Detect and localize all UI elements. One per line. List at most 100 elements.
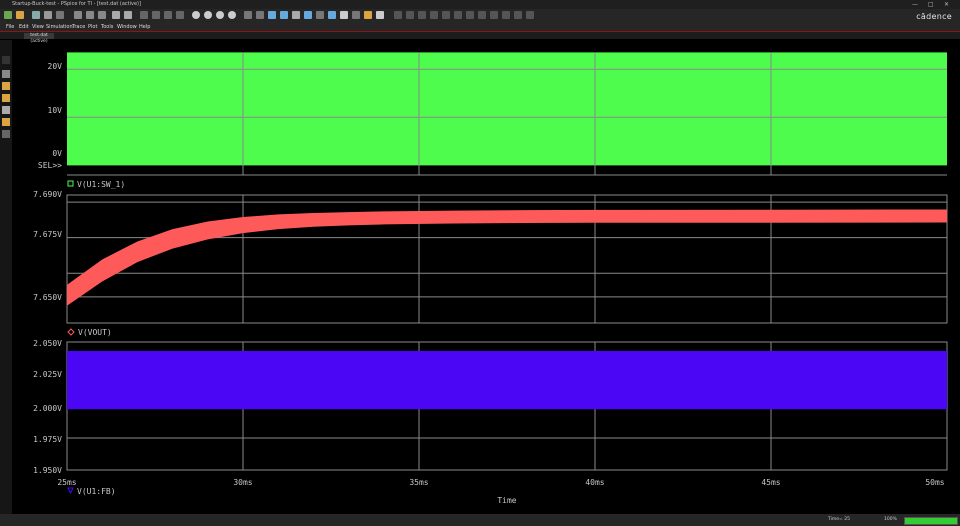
- maximize-icon[interactable]: □: [928, 0, 934, 9]
- print-icon[interactable]: [44, 11, 52, 19]
- menu-bar: File Edit View Simulation Trace Plot Too…: [0, 23, 960, 32]
- x-tick-45ms: 45ms: [761, 478, 780, 487]
- plot3-tick-2050: 2.050V: [33, 339, 62, 348]
- menu-help[interactable]: Help: [139, 23, 150, 31]
- probe-plot-area[interactable]: 20V 10V 0V SEL>> V(U1:SW_1) 7.690V 7.675…: [0, 40, 960, 514]
- undo-icon[interactable]: [112, 11, 120, 19]
- axis-settings-icon[interactable]: [268, 11, 276, 19]
- add-trace-icon[interactable]: [304, 11, 312, 19]
- plot1-trace-label[interactable]: V(U1:SW_1): [77, 180, 125, 189]
- tab-bar: test.dat (active): [0, 32, 960, 44]
- menu-plot[interactable]: Plot: [88, 23, 97, 31]
- plot1-y-ticks: 20V 10V 0V: [48, 62, 63, 158]
- x-tick-40ms: 40ms: [585, 478, 604, 487]
- cursor-min-icon[interactable]: [430, 11, 438, 19]
- plot1-tick-20v: 20V: [48, 62, 63, 71]
- copy-icon[interactable]: [86, 11, 94, 19]
- plot3-tick-1950: 1.950V: [33, 466, 62, 475]
- plot1-legend-symbol: [67, 180, 74, 187]
- pause-icon[interactable]: [152, 11, 160, 19]
- plot3-legend: V(U1:FB): [67, 487, 116, 496]
- plot2-tick-7690: 7.690V: [33, 190, 62, 199]
- paste-icon[interactable]: [98, 11, 106, 19]
- plot3-tick-1975: 1.975V: [33, 435, 62, 444]
- print-preview-icon[interactable]: [56, 11, 64, 19]
- performance-analysis-icon[interactable]: [292, 11, 300, 19]
- x-tick-25ms: 25ms: [57, 478, 76, 487]
- fft-icon[interactable]: [280, 11, 288, 19]
- plot3-tick-2000: 2.000V: [33, 404, 62, 413]
- x-tick-30ms: 30ms: [233, 478, 252, 487]
- fourier-icon[interactable]: [256, 11, 264, 19]
- plot3-tick-2025: 2.025V: [33, 370, 62, 379]
- plot3-y-ticks: 2.050V 2.025V 2.000V 1.975V 1.950V: [33, 339, 62, 475]
- eval-measurement-icon[interactable]: [316, 11, 324, 19]
- plot2-legend: V(VOUT): [67, 328, 112, 337]
- trace-icon[interactable]: [328, 11, 336, 19]
- menu-file[interactable]: File: [6, 23, 14, 31]
- simulation-progress-bar: [904, 517, 958, 525]
- cursor-max-icon[interactable]: [442, 11, 450, 19]
- cut-icon[interactable]: [74, 11, 82, 19]
- menu-tools[interactable]: Tools: [101, 23, 113, 31]
- cursor-next-icon[interactable]: [478, 11, 486, 19]
- title-bar: Startup-Buck-test - PSpice for TI - [tes…: [0, 0, 960, 9]
- status-time: Time= 25: [828, 517, 850, 522]
- x-tick-50ms: 50ms: [925, 478, 944, 487]
- plot1-legend: V(U1:SW_1): [67, 180, 125, 189]
- x-tick-35ms: 35ms: [409, 478, 428, 487]
- x-axis-ticks: 25ms 30ms 35ms 40ms 45ms 50ms: [57, 478, 944, 487]
- plot3-trace-label[interactable]: V(U1:FB): [77, 487, 116, 496]
- stop-icon[interactable]: [164, 11, 172, 19]
- cursor-icon[interactable]: [376, 11, 384, 19]
- toolbar: [0, 9, 960, 23]
- window-title: Startup-Buck-test - PSpice for TI - [tes…: [12, 1, 141, 7]
- zoom-area-icon[interactable]: [216, 11, 224, 19]
- save-icon[interactable]: [32, 11, 40, 19]
- menu-simulation[interactable]: Simulation: [46, 23, 73, 31]
- tab-test-dat[interactable]: test.dat (active): [24, 33, 54, 44]
- menu-window[interactable]: Window: [117, 23, 137, 31]
- menu-trace[interactable]: Trace: [72, 23, 85, 31]
- plot2-tick-7675: 7.675V: [33, 230, 62, 239]
- plot2-tick-7650: 7.650V: [33, 293, 62, 302]
- menu-view[interactable]: View: [32, 23, 44, 31]
- sim-settings-icon[interactable]: [176, 11, 184, 19]
- new-icon[interactable]: [4, 11, 12, 19]
- cursor-peak-icon[interactable]: [394, 11, 402, 19]
- close-icon[interactable]: ✕: [944, 0, 949, 9]
- zoom-out-icon[interactable]: [204, 11, 212, 19]
- run-icon[interactable]: [140, 11, 148, 19]
- plot2-y-ticks: 7.690V 7.675V 7.650V: [33, 190, 62, 302]
- text-icon[interactable]: [352, 11, 360, 19]
- marker-icon[interactable]: [364, 11, 372, 19]
- plot3-legend-symbol: [67, 487, 74, 495]
- plot1-tick-10v: 10V: [48, 106, 63, 115]
- x-axis-label: Time: [497, 496, 516, 505]
- menu-edit[interactable]: Edit: [19, 23, 29, 31]
- zoom-in-icon[interactable]: [192, 11, 200, 19]
- plot3-band-group: [67, 350, 947, 410]
- sel-marker[interactable]: SEL>>: [38, 161, 62, 170]
- redo-icon[interactable]: [124, 11, 132, 19]
- trace-band[interactable]: [67, 350, 947, 410]
- plot2-trace-label[interactable]: V(VOUT): [78, 328, 112, 337]
- brand-logo: cādence: [916, 12, 952, 21]
- plot2-legend-symbol: [67, 328, 75, 336]
- cursor-slope-icon[interactable]: [418, 11, 426, 19]
- open-icon[interactable]: [16, 11, 24, 19]
- label-icon[interactable]: [340, 11, 348, 19]
- cursor-label-icon[interactable]: [502, 11, 510, 19]
- cursor-search-icon[interactable]: [466, 11, 474, 19]
- cursor-point-icon[interactable]: [454, 11, 462, 19]
- cursor-trough-icon[interactable]: [406, 11, 414, 19]
- cursor-mark-icon[interactable]: [490, 11, 498, 19]
- plot1-tick-0v: 0V: [52, 149, 62, 158]
- minimize-icon[interactable]: —: [912, 0, 918, 9]
- log-x-icon[interactable]: [244, 11, 252, 19]
- zoom-fit-icon[interactable]: [228, 11, 236, 19]
- cursor-freeze-icon[interactable]: [514, 11, 522, 19]
- cursor-export-icon[interactable]: [526, 11, 534, 19]
- status-bar: Time= 25 100%: [0, 514, 960, 526]
- simulation-progress-fill: [905, 518, 957, 524]
